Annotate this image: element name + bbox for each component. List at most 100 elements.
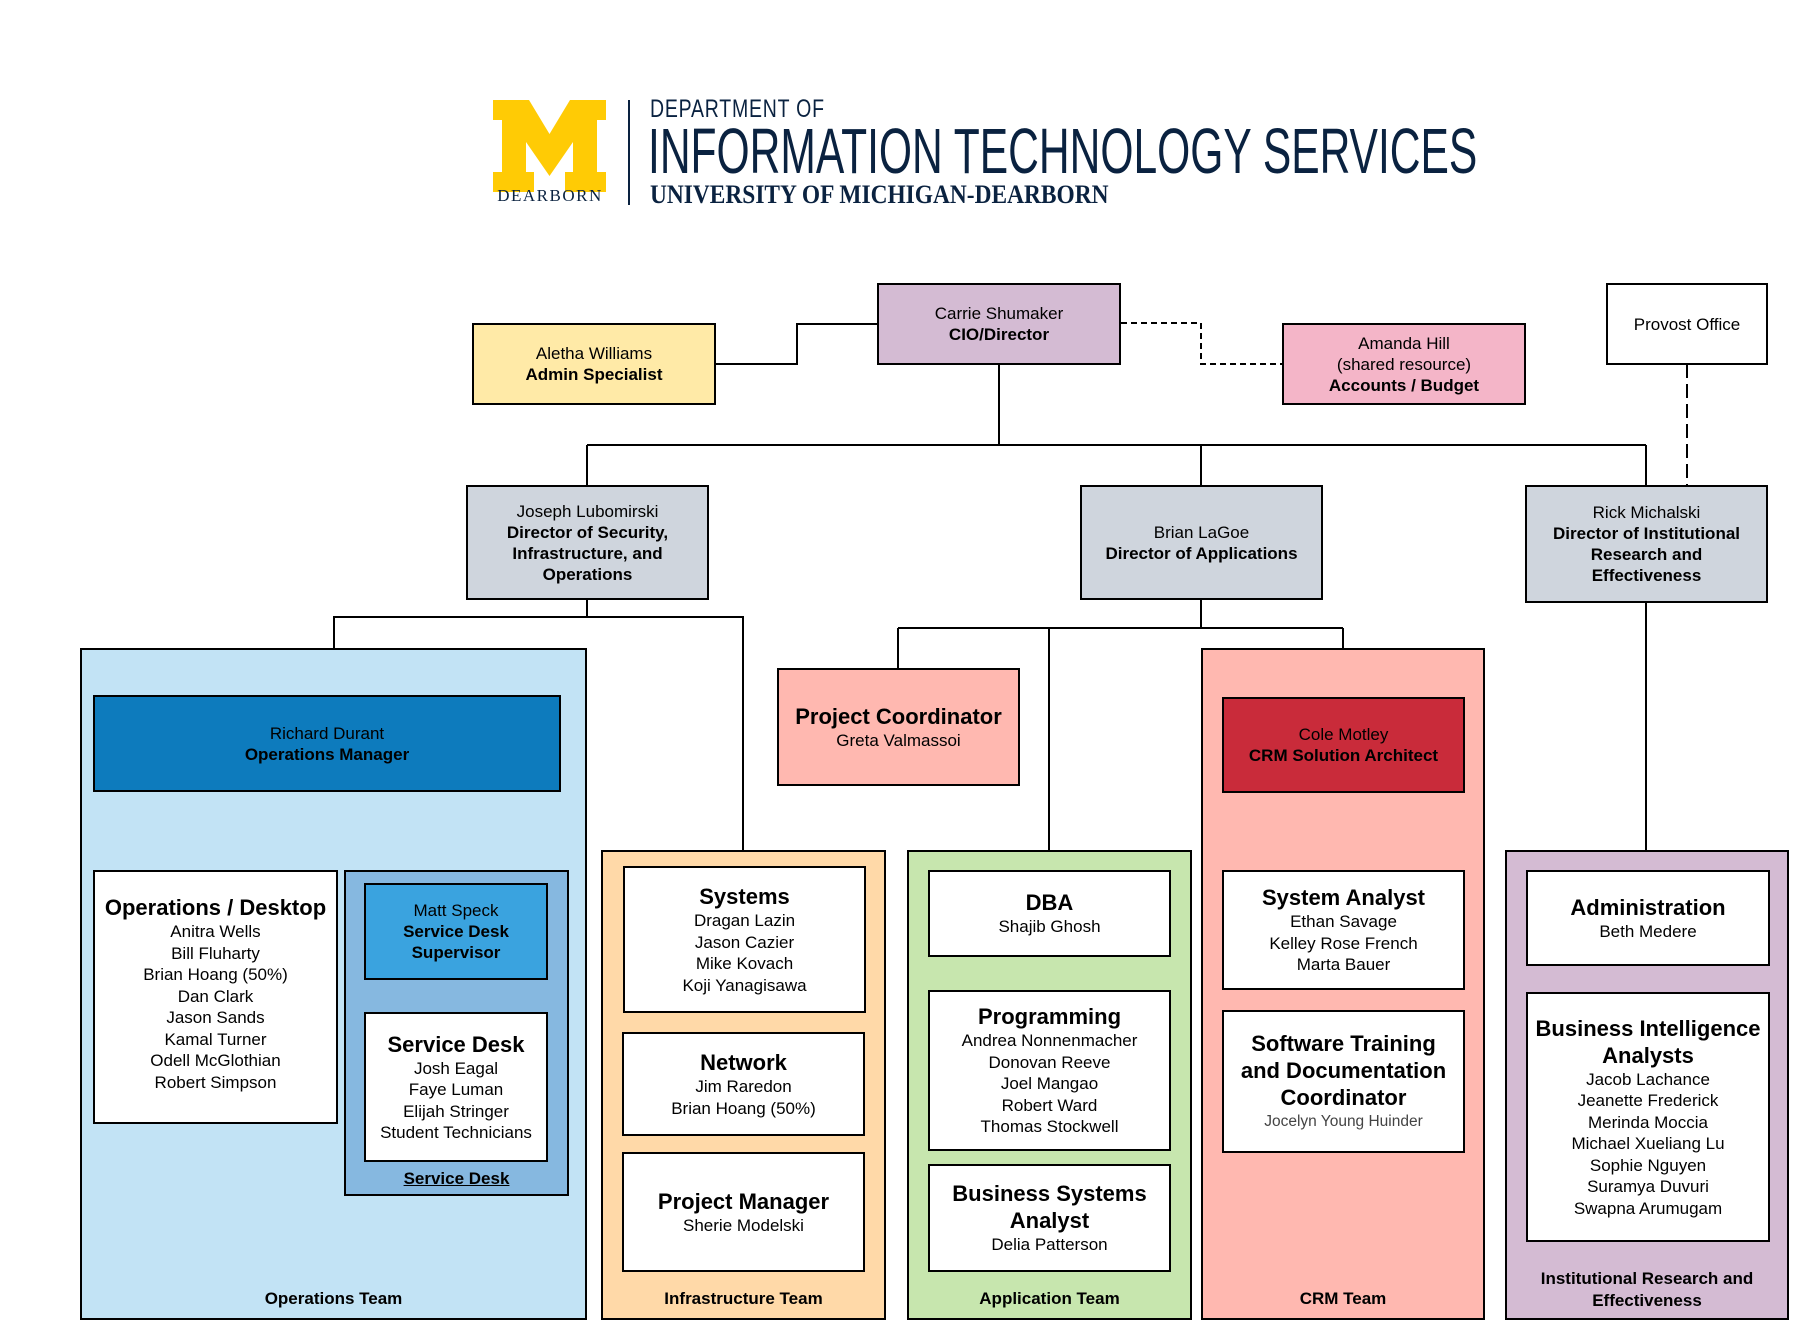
provost-name: Provost Office (1633, 314, 1741, 334)
unit-member: Sherie Modelski (683, 1215, 804, 1235)
operations-team-label: Operations Team (264, 1289, 403, 1308)
unit-member: Merinda Moccia (1588, 1112, 1708, 1132)
connector-cio-admin (716, 323, 877, 365)
admin-name: Aletha Williams (535, 344, 653, 363)
unit-title: System Analyst (1261, 885, 1426, 911)
director-title-line: Director of Institutional (1553, 524, 1740, 543)
unit-member: Swapna Arumugam (1573, 1198, 1723, 1218)
unit-member: Thomas Stockwell (980, 1117, 1119, 1137)
accounts-box: Amanda Hill (shared resource) Accounts /… (1282, 323, 1526, 405)
unit-member: Josh Eagal (413, 1058, 499, 1078)
unit-member: Sophie Nguyen (1589, 1155, 1707, 1175)
director-title-line: Research and (1590, 545, 1703, 564)
unit-member: Jim Raredon (695, 1077, 792, 1096)
unit-member: Brian Hoang (50%) (143, 965, 288, 984)
infrastructure-team-label: Infrastructure Team (664, 1289, 823, 1308)
unit-title: Network (700, 1050, 787, 1075)
unit-member: Anitra Wells (170, 922, 261, 941)
unit-title: DBA (1025, 890, 1074, 916)
operations-manager-box: Richard Durant Operations Manager (93, 695, 561, 792)
unit-member: Shajib Ghosh (998, 917, 1101, 937)
application-team-label: Application Team (979, 1289, 1120, 1308)
supervisor-title-line: Service Desk (403, 922, 509, 941)
institutional-research-team: Administration Beth Medere Business Inte… (1505, 850, 1789, 1320)
unit-member: Marta Bauer (1296, 955, 1391, 975)
unit-title: and Documentation (1240, 1058, 1447, 1084)
unit-title: Business Intelligence (1535, 1015, 1761, 1041)
block-m-logo-icon (493, 100, 606, 192)
dashed-connector-cio-accounts (1121, 322, 1282, 365)
unit-member: Ethan Savage (1290, 912, 1397, 932)
service-desk-group: Matt Speck Service Desk Supervisor Servi… (344, 870, 569, 1196)
application-team: DBA Shajib Ghosh Programming Andrea Nonn… (907, 850, 1192, 1320)
unit-member: Dan Clark (177, 986, 254, 1006)
director-lagoe-box: Brian LaGoe Director of Applications (1080, 485, 1323, 600)
project-coordinator-box: Project Coordinator Greta Valmassoi (777, 668, 1020, 786)
unit-title: Systems (699, 884, 790, 909)
infrastructure-unit-project-manager: Project Manager Sherie Modelski (622, 1152, 865, 1272)
ir-team-label-line: Effectiveness (1592, 1291, 1702, 1310)
supervisor-title-line: Supervisor (411, 943, 501, 962)
unit-member: Beth Medere (1599, 921, 1697, 941)
unit-title: Analyst (1009, 1208, 1090, 1234)
unit-title: Analysts (1602, 1042, 1694, 1068)
application-unit-dba: DBA Shajib Ghosh (928, 870, 1171, 957)
director-name: Joseph Lubomirski (516, 501, 659, 521)
unit-member: Kelley Rose French (1269, 933, 1418, 953)
director-name: Rick Michalski (1592, 503, 1701, 522)
ir-team-label-line: Institutional Research and (1540, 1269, 1754, 1288)
unit-member: Kamal Turner (164, 1029, 267, 1049)
cio-name: Carrie Shumaker (934, 304, 1064, 323)
unit-member: Jacob Lachance (1586, 1069, 1710, 1089)
unit-member: Jocelyn Young Huinder (1264, 1113, 1423, 1131)
operations-manager-name: Richard Durant (269, 723, 385, 743)
director-title-line: Operations (542, 564, 633, 584)
application-unit-business-systems-analyst: Business Systems Analyst Delia Patterson (928, 1164, 1171, 1272)
project-coordinator-name: Greta Valmassoi (836, 731, 961, 750)
director-title-line: Director of Applications (1105, 543, 1298, 563)
crm-architect-box: Cole Motley CRM Solution Architect (1222, 697, 1465, 793)
director-name: Brian LaGoe (1153, 522, 1250, 542)
director-lubomirski-box: Joseph Lubomirski Director of Security, … (466, 485, 709, 600)
unit-member: Jeanette Frederick (1577, 1091, 1719, 1111)
crm-architect-title: CRM Solution Architect (1248, 746, 1439, 765)
accounts-note: (shared resource) (1336, 354, 1472, 374)
unit-title: Software Training (1251, 1031, 1436, 1057)
unit-member: Koji Yanagisawa (682, 975, 807, 995)
unit-member: Robert Simpson (154, 1072, 277, 1092)
operations-desktop-unit: Operations / Desktop Anitra Wells Bill F… (93, 870, 338, 1124)
infrastructure-unit-systems: Systems Dragan Lazin Jason Cazier Mike K… (623, 866, 866, 1013)
operations-manager-title: Operations Manager (244, 744, 410, 764)
unit-member: Joel Mangao (1000, 1074, 1099, 1094)
accounts-name: Amanda Hill (1358, 333, 1450, 353)
supervisor-name: Matt Speck (413, 901, 499, 920)
unit-title: Operations / Desktop (104, 895, 327, 920)
provost-box: Provost Office (1606, 283, 1768, 365)
infrastructure-unit-network: Network Jim Raredon Brian Hoang (50%) (622, 1032, 865, 1136)
unit-member: Elijah Stringer (403, 1101, 509, 1121)
service-desk-unit: Service Desk Josh Eagal Faye Luman Elija… (364, 1012, 548, 1162)
cio-box: Carrie Shumaker CIO/Director (877, 283, 1121, 365)
accounts-title: Accounts / Budget (1328, 375, 1480, 395)
unit-member: Delia Patterson (991, 1235, 1108, 1255)
unit-member: Bill Fluharty (171, 943, 260, 963)
ir-team-label: Institutional Research and Effectiveness (1507, 1268, 1787, 1312)
unit-member: Michael Xueliang Lu (1571, 1134, 1725, 1154)
unit-member: Faye Luman (408, 1080, 504, 1099)
unit-member: Jason Cazier (694, 932, 795, 952)
unit-member: Robert Ward (1001, 1095, 1098, 1115)
logo-university: UNIVERSITY OF MICHIGAN-DEARBORN (650, 180, 1109, 209)
ir-unit-business-intelligence: Business Intelligence Analysts Jacob Lac… (1526, 992, 1770, 1242)
admin-box: Aletha Williams Admin Specialist (472, 323, 716, 405)
project-coordinator-title: Project Coordinator (795, 704, 1002, 729)
unit-title: Service Desk (387, 1031, 525, 1057)
unit-member: Student Technicians (380, 1123, 532, 1142)
service-desk-group-label: Service Desk (403, 1169, 510, 1188)
director-title-line: Director of Security, (506, 522, 669, 542)
unit-title: Project Manager (657, 1188, 830, 1214)
logo-divider (628, 100, 630, 205)
unit-title: Programming (977, 1004, 1122, 1030)
unit-member: Donovan Reeve (988, 1052, 1111, 1072)
director-michalski-box: Rick Michalski Director of Institutional… (1525, 485, 1768, 603)
crm-architect-name: Cole Motley (1298, 725, 1389, 744)
